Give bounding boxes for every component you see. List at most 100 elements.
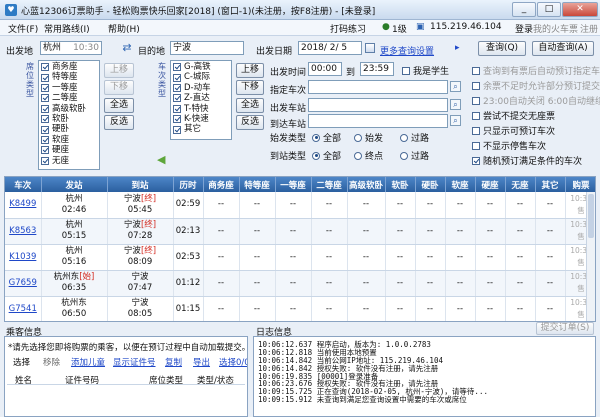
seat-availability-cell[interactable]: -- <box>415 296 446 321</box>
radio-icon[interactable] <box>354 133 362 142</box>
checkbox-checked-icon[interactable] <box>173 104 181 113</box>
seat-availability-cell[interactable]: -- <box>505 218 536 245</box>
copy-link[interactable]: 复制 <box>165 356 182 368</box>
checkbox-checked-icon[interactable] <box>173 63 181 72</box>
swap-stations-icon[interactable]: ⇄ <box>120 42 134 54</box>
seat-type-item[interactable]: 高级软卧 <box>41 104 97 114</box>
seat-type-item[interactable]: 一等座 <box>41 83 97 93</box>
login-link[interactable]: 登录 <box>515 22 533 35</box>
checkbox-unchecked-icon[interactable] <box>472 96 480 105</box>
select-passenger-link[interactable]: 选择 <box>13 356 30 368</box>
seat-availability-cell[interactable]: -- <box>203 270 240 297</box>
seat-availability-cell[interactable]: -- <box>385 192 416 219</box>
seat-availability-cell[interactable]: -- <box>415 192 446 219</box>
student-option[interactable]: 我是学生 <box>402 64 449 77</box>
seat-availability-cell[interactable]: -- <box>535 270 566 297</box>
col-header[interactable]: 硬卧 <box>415 177 446 192</box>
seat-type-list[interactable]: 商务座 特等座 一等座 二等座 高级软卧 软卧 硬卧 软座 硬座 无座 <box>38 60 100 170</box>
train-type-item[interactable]: Z-直达 <box>173 93 229 103</box>
train-number-link[interactable]: K8563 <box>9 226 36 236</box>
seat-type-item[interactable]: 硬座 <box>41 145 97 155</box>
search-icon[interactable]: ⌕ <box>450 115 461 126</box>
train-type-item[interactable]: D-动车 <box>173 83 229 93</box>
col-header[interactable]: 到站 <box>107 177 174 192</box>
seat-availability-cell[interactable]: -- <box>347 270 386 297</box>
seat-availability-cell[interactable]: -- <box>275 296 312 321</box>
checkbox-checked-icon[interactable] <box>472 156 480 165</box>
seat-availability-cell[interactable]: -- <box>535 244 566 271</box>
search-icon[interactable]: ⌕ <box>450 81 461 92</box>
seat-type-item[interactable]: 无座 <box>41 156 97 166</box>
depart-type-origin-radio[interactable]: 始发 <box>354 131 383 144</box>
seat-availability-cell[interactable]: -- <box>445 218 476 245</box>
close-button[interactable]: ✕ <box>562 2 598 17</box>
menu-help[interactable]: 帮助(H) <box>108 22 140 35</box>
col-header[interactable]: 高级软卧 <box>347 177 386 192</box>
table-row[interactable]: K1039 杭州 05:16 宁波[终] 08:09 02:53 -- -- -- -- -- -- -… <box>5 244 595 271</box>
radio-icon[interactable] <box>400 133 408 142</box>
search-icon[interactable]: ⌕ <box>450 99 461 110</box>
col-header[interactable]: 无座 <box>505 177 536 192</box>
auto-query-button[interactable]: 自动查询(A) <box>532 41 594 56</box>
checkbox-checked-icon[interactable] <box>41 135 49 144</box>
seat-availability-cell[interactable]: -- <box>535 218 566 245</box>
calendar-icon[interactable] <box>365 43 375 53</box>
col-header[interactable]: 特等座 <box>239 177 276 192</box>
seat-availability-cell[interactable]: -- <box>347 192 386 219</box>
seat-availability-cell[interactable]: -- <box>347 244 386 271</box>
menu-routes[interactable]: 常用路线(I) <box>44 22 90 35</box>
seat-availability-cell[interactable]: -- <box>311 270 348 297</box>
seat-availability-cell[interactable]: -- <box>311 192 348 219</box>
depart-station-input[interactable] <box>308 98 448 112</box>
checkbox-unchecked-icon[interactable] <box>472 141 480 150</box>
time-from-input[interactable]: 00:00 <box>308 62 342 76</box>
register-link[interactable]: 注册 <box>580 22 598 35</box>
captcha-practice-link[interactable]: 打码练习 <box>330 22 366 35</box>
selection-count-link[interactable]: 选择0/0 <box>219 356 247 368</box>
arrive-type-pass-radio[interactable]: 过路 <box>400 149 429 162</box>
seat-availability-cell[interactable]: -- <box>535 296 566 321</box>
train-number-cell[interactable]: K1039 <box>5 244 42 271</box>
col-header[interactable]: 购票 <box>565 177 595 192</box>
train-type-item[interactable]: K-快速 <box>173 114 229 124</box>
checkbox-checked-icon[interactable] <box>41 156 49 165</box>
arrive-type-all-radio[interactable]: 全部 <box>312 149 341 162</box>
seat-availability-cell[interactable]: -- <box>535 192 566 219</box>
table-scrollbar[interactable] <box>586 192 595 321</box>
table-row[interactable]: K8499 杭州 02:46 宁波[终] 05:45 02:59 -- -- -- -- -- -- -… <box>5 192 595 219</box>
seat-availability-cell[interactable]: -- <box>239 296 276 321</box>
my-tickets-link[interactable]: 我的火车票 <box>533 22 578 35</box>
seat-availability-cell[interactable]: -- <box>347 296 386 321</box>
seat-availability-cell[interactable]: -- <box>445 244 476 271</box>
seat-availability-cell[interactable]: -- <box>311 296 348 321</box>
checkbox-checked-icon[interactable] <box>173 73 181 82</box>
seat-type-item[interactable]: 硬卧 <box>41 124 97 134</box>
checkbox-checked-icon[interactable] <box>41 63 49 72</box>
checkbox-checked-icon[interactable] <box>41 94 49 103</box>
checkbox-unchecked-icon[interactable] <box>472 111 480 120</box>
seat-availability-cell[interactable]: -- <box>505 296 536 321</box>
checkbox-checked-icon[interactable] <box>41 146 49 155</box>
train-type-item[interactable]: 其它 <box>173 124 229 134</box>
checkbox-checked-icon[interactable] <box>41 104 49 113</box>
arrive-type-terminal-radio[interactable]: 终点 <box>354 149 383 162</box>
checkbox-checked-icon[interactable] <box>173 83 181 92</box>
depart-type-pass-radio[interactable]: 过路 <box>400 131 429 144</box>
radio-icon[interactable] <box>400 151 408 160</box>
seat-type-item[interactable]: 软卧 <box>41 114 97 124</box>
seat-move-down-button[interactable]: 下移 <box>104 80 134 95</box>
train-type-list[interactable]: G-高铁 C-城际 D-动车 Z-直达 T-特快 K-快速 其它 <box>170 60 232 140</box>
train-number-input[interactable] <box>308 80 448 94</box>
train-move-up-button[interactable]: 上移 <box>236 63 264 78</box>
to-station-input[interactable]: 宁波 <box>170 41 244 55</box>
seat-invert-button[interactable]: 反选 <box>104 115 134 130</box>
train-move-down-button[interactable]: 下移 <box>236 80 264 95</box>
train-number-link[interactable]: K1039 <box>9 252 36 262</box>
col-header[interactable]: 软卧 <box>385 177 416 192</box>
seat-availability-cell[interactable]: -- <box>445 192 476 219</box>
seat-availability-cell[interactable]: -- <box>347 218 386 245</box>
col-header[interactable]: 一等座 <box>275 177 312 192</box>
checkbox-checked-icon[interactable] <box>41 83 49 92</box>
checkbox-unchecked-icon[interactable] <box>472 126 480 135</box>
train-select-all-button[interactable]: 全选 <box>236 98 264 113</box>
